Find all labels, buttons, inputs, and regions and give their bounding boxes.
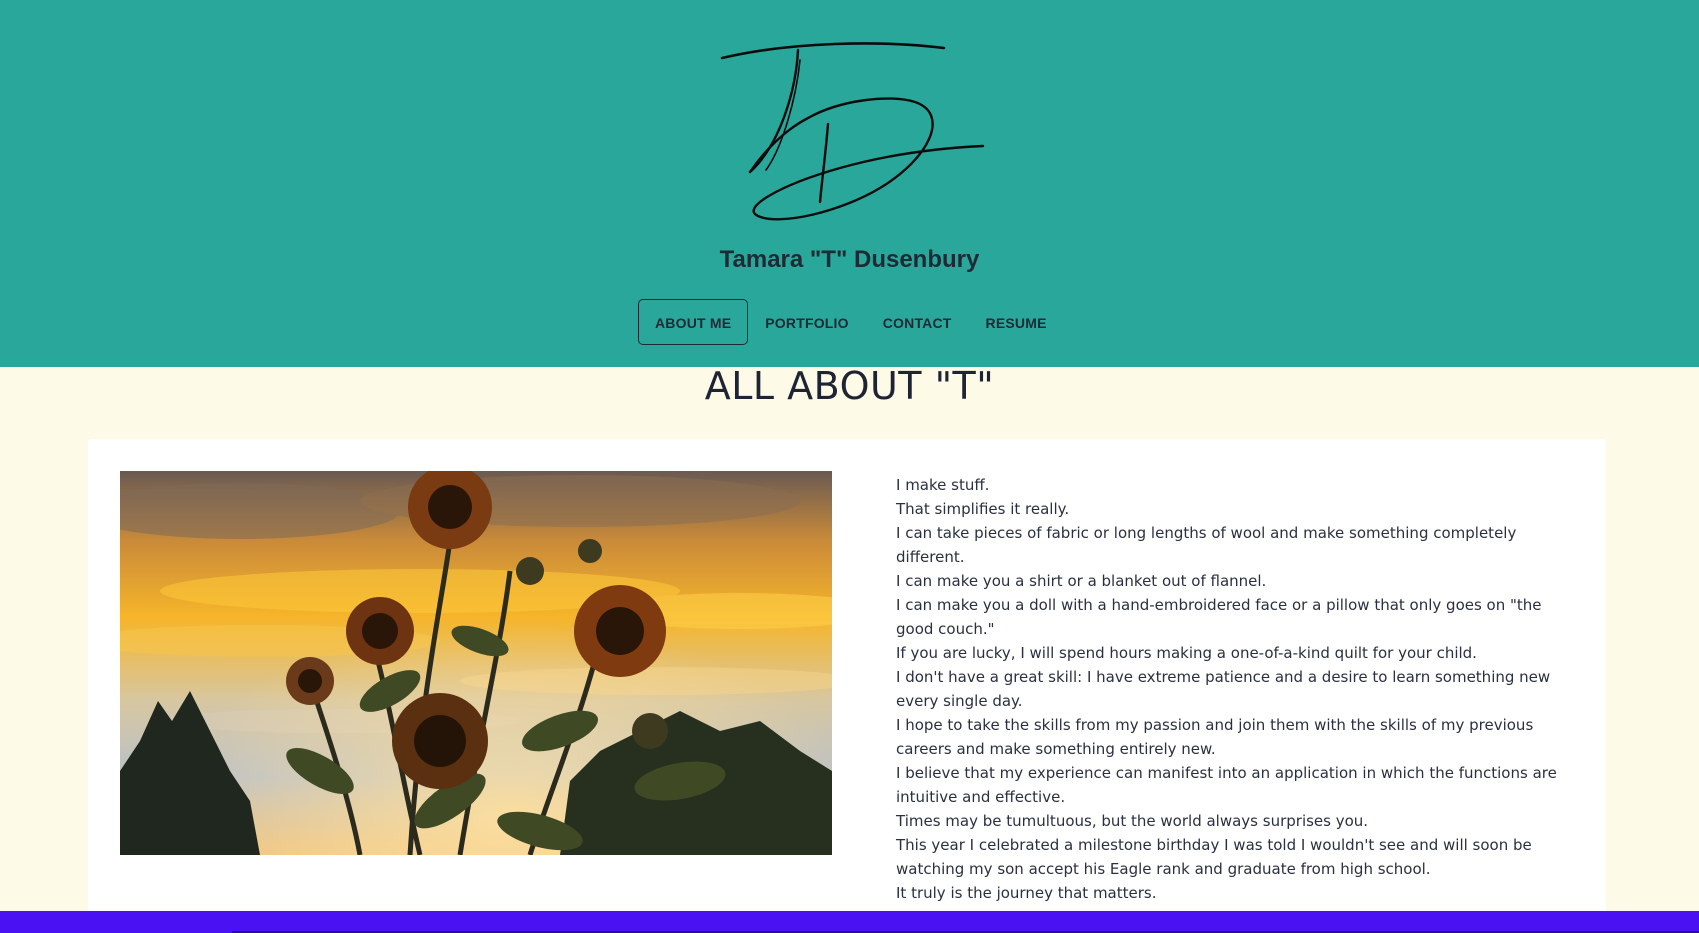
bio-line: It truly is the journey that matters. [896,884,1157,902]
site-name: Tamara "T" Dusenbury [719,246,980,273]
nav-portfolio[interactable]: PORTFOLIO [748,299,865,345]
bio-line: If you are lucky, I will spend hours mak… [896,644,1477,662]
bio-line: Times may be tumultuous, but the world a… [896,812,1369,830]
nav-resume[interactable]: RESUME [969,299,1064,345]
bio-line: I can make you a shirt or a blanket out … [896,572,1267,590]
bio-text: I make stuff. That simplifies it really.… [896,473,1580,905]
bio-line: I don't have a great skill: I have extre… [896,668,1551,710]
bio-line: That simplifies it really. [896,500,1070,518]
bio-line: I believe that my experience can manifes… [896,764,1557,806]
about-card: I make stuff. That simplifies it really.… [88,439,1606,919]
footer-bar [0,911,1699,933]
sunflowers-sunset-photo [120,471,832,855]
bio-line: This year I celebrated a milestone birth… [896,836,1532,878]
nav-contact[interactable]: CONTACT [866,299,969,345]
signature-logo-icon[interactable] [710,30,1000,230]
page-title: ALL ABOUT "T" [704,364,995,408]
main-nav: ABOUT ME PORTFOLIO CONTACT RESUME [638,299,1064,345]
bio-line: I make stuff. [896,476,990,494]
bio-line: I hope to take the skills from my passio… [896,716,1534,758]
site-header: Tamara "T" Dusenbury ABOUT ME PORTFOLIO … [0,0,1699,367]
bio-line: I can make you a doll with a hand-embroi… [896,596,1542,638]
bio-line: I can take pieces of fabric or long leng… [896,524,1517,566]
nav-about-me[interactable]: ABOUT ME [638,299,749,345]
